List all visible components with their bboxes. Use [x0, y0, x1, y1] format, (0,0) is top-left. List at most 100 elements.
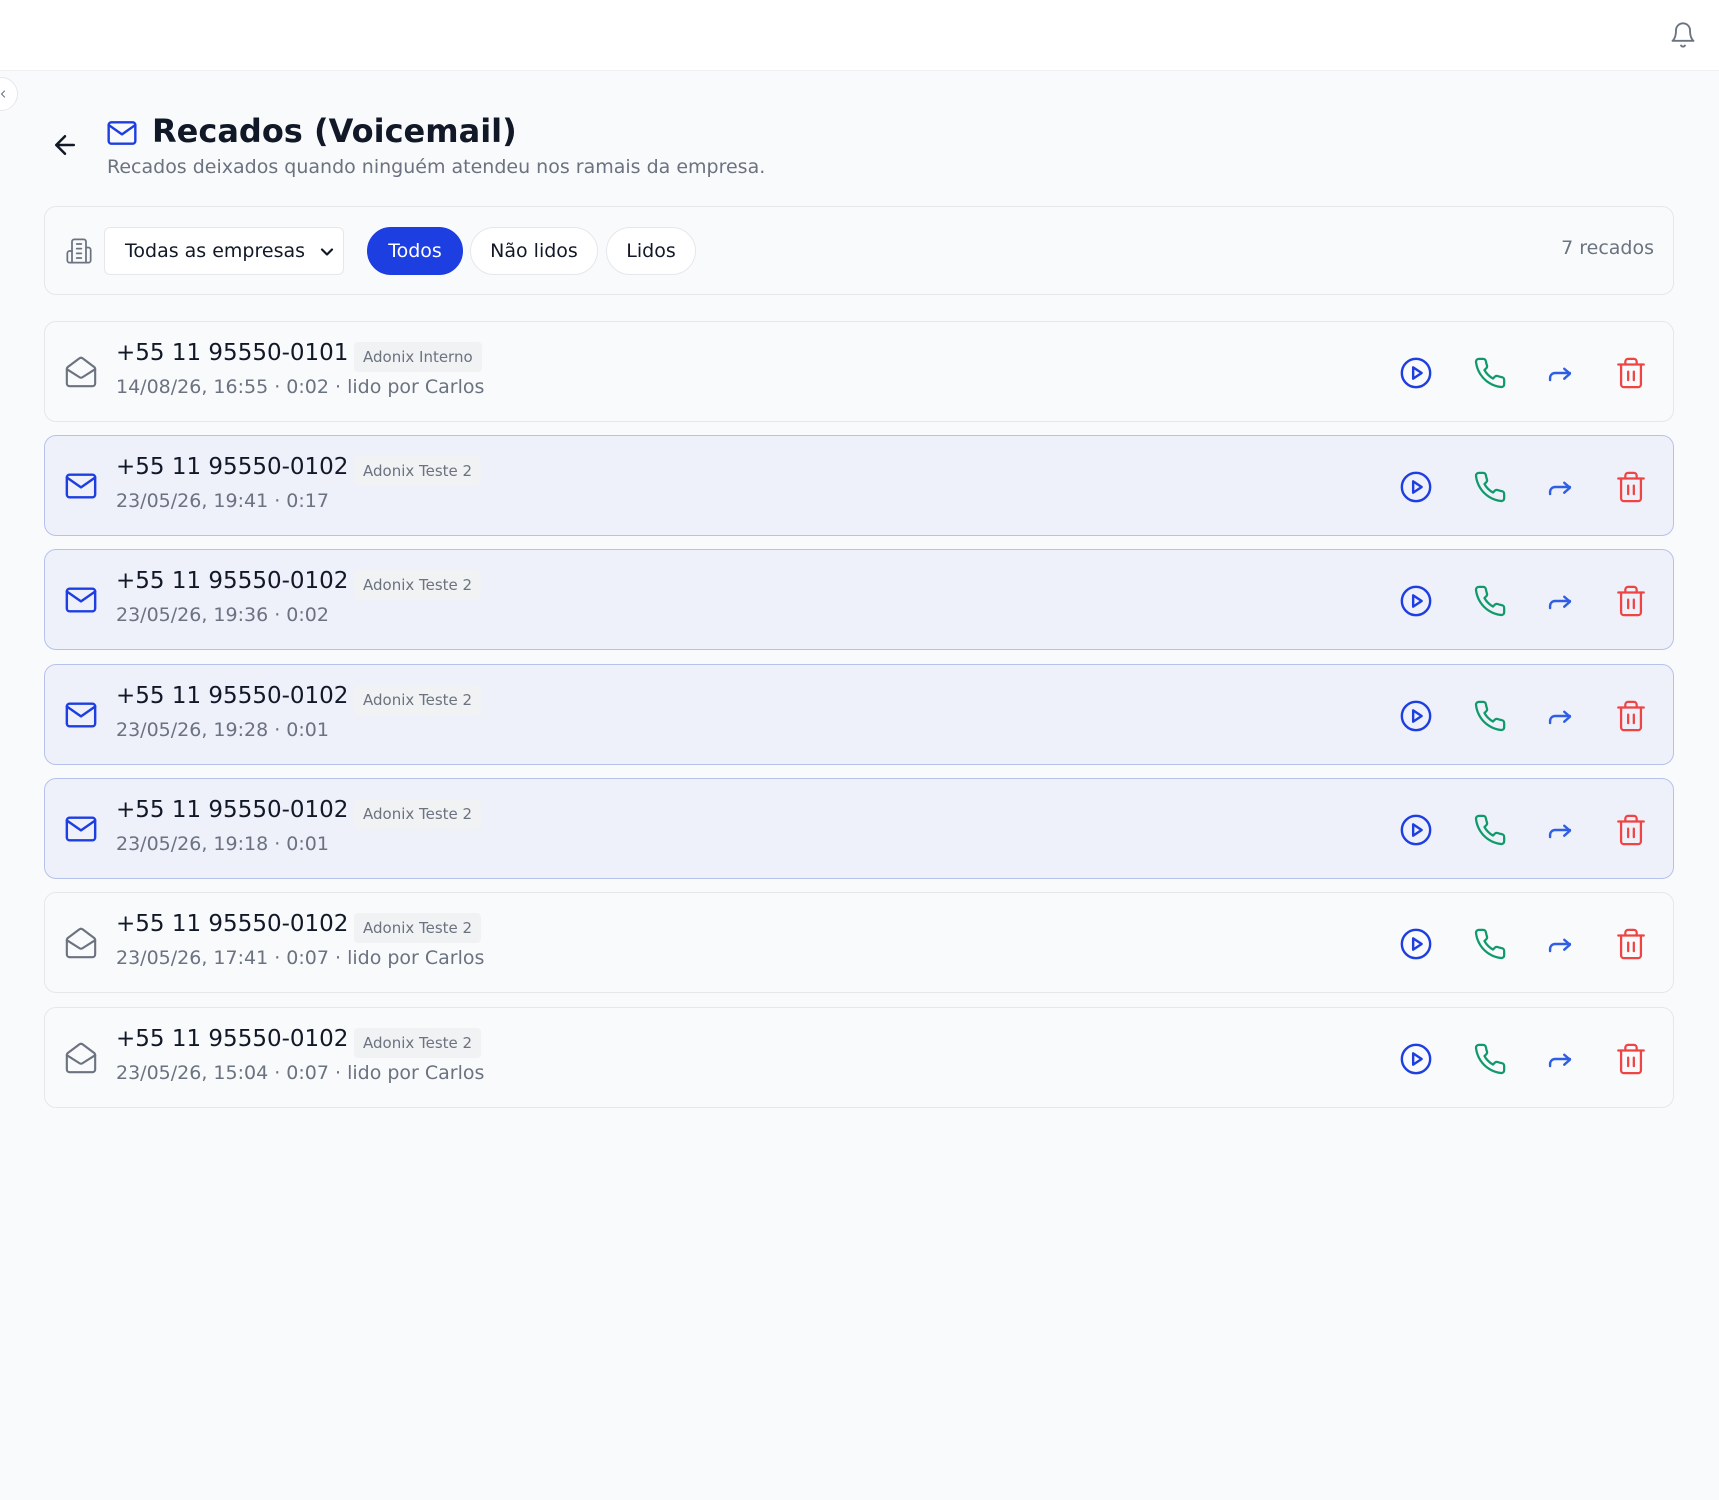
back-button[interactable] — [50, 130, 80, 160]
play-button[interactable] — [1399, 470, 1433, 504]
delete-button[interactable] — [1614, 584, 1648, 618]
voicemail-meta: 23/05/26, 19:28 · 0:01 — [116, 719, 329, 741]
company-badge: Adonix Teste 2 — [354, 570, 482, 600]
forward-icon — [1543, 481, 1577, 508]
voicemail-row[interactable]: +55 11 95550-0102 Adonix Teste 2 23/05/26,… — [44, 549, 1674, 650]
caller-phone: +55 11 95550-0102 — [116, 683, 349, 709]
trash-icon — [1614, 357, 1648, 394]
play-button[interactable] — [1399, 813, 1433, 847]
play-icon — [1399, 1043, 1433, 1080]
voicemail-count: 7 recados — [1561, 237, 1654, 259]
delete-button[interactable] — [1614, 356, 1648, 390]
phone-icon — [1473, 471, 1507, 508]
voicemail-meta: 23/05/26, 17:41 · 0:07 · lido por Carlos — [116, 947, 485, 969]
voicemail-row[interactable]: +55 11 95550-0101 Adonix Interno 14/08/26,… — [44, 321, 1674, 422]
voicemail-row[interactable]: +55 11 95550-0102 Adonix Teste 2 23/05/26,… — [44, 435, 1674, 536]
company-select-value: Todas as empresas — [125, 240, 306, 262]
voicemail-meta: 23/05/26, 19:36 · 0:02 — [116, 604, 329, 626]
caller-phone: +55 11 95550-0101 — [116, 340, 349, 366]
delete-button[interactable] — [1614, 470, 1648, 504]
company-badge: Adonix Teste 2 — [354, 1028, 482, 1058]
trash-icon — [1614, 928, 1648, 965]
play-icon — [1399, 471, 1433, 508]
forward-button[interactable] — [1543, 584, 1577, 618]
tab-nao-lidos[interactable]: Não lidos — [470, 227, 598, 275]
call-back-button[interactable] — [1473, 1042, 1507, 1076]
phone-icon — [1473, 357, 1507, 394]
delete-button[interactable] — [1614, 927, 1648, 961]
bell-icon[interactable] — [1669, 21, 1697, 49]
voicemail-meta: 23/05/26, 15:04 · 0:07 · lido por Carlos — [116, 1062, 485, 1084]
forward-icon — [1543, 824, 1577, 851]
forward-icon — [1543, 367, 1577, 394]
chevron-down-icon — [320, 248, 334, 256]
voicemail-row[interactable]: +55 11 95550-0102 Adonix Teste 2 23/05/26,… — [44, 778, 1674, 879]
play-button[interactable] — [1399, 1042, 1433, 1076]
call-back-button[interactable] — [1473, 699, 1507, 733]
play-icon — [1399, 357, 1433, 394]
play-button[interactable] — [1399, 356, 1433, 390]
top-bar — [0, 0, 1719, 71]
play-button[interactable] — [1399, 699, 1433, 733]
voicemail-meta: 14/08/26, 16:55 · 0:02 · lido por Carlos — [116, 376, 485, 398]
forward-button[interactable] — [1543, 1042, 1577, 1076]
phone-icon — [1473, 928, 1507, 965]
voicemail-row[interactable]: +55 11 95550-0102 Adonix Teste 2 23/05/26,… — [44, 664, 1674, 765]
mail-icon — [64, 698, 98, 732]
call-back-button[interactable] — [1473, 356, 1507, 390]
forward-button[interactable] — [1543, 470, 1577, 504]
forward-button[interactable] — [1543, 927, 1577, 961]
forward-button[interactable] — [1543, 699, 1577, 733]
forward-icon — [1543, 595, 1577, 622]
arrow-left-icon — [55, 135, 75, 155]
filter-bar: Todas as empresas Todos Não lidos Lidos … — [44, 206, 1674, 295]
phone-icon — [1473, 814, 1507, 851]
page-header: Recados (Voicemail) Recados deixados qua… — [44, 110, 1674, 190]
tab-todos[interactable]: Todos — [367, 227, 463, 275]
sidebar-collapse-button[interactable] — [0, 77, 18, 111]
forward-button[interactable] — [1543, 813, 1577, 847]
company-badge: Adonix Teste 2 — [354, 799, 482, 829]
delete-button[interactable] — [1614, 813, 1648, 847]
caller-phone: +55 11 95550-0102 — [116, 911, 349, 937]
call-back-button[interactable] — [1473, 813, 1507, 847]
mail-icon — [64, 469, 98, 503]
mail-icon — [64, 583, 98, 617]
forward-button[interactable] — [1543, 356, 1577, 390]
page-title: Recados (Voicemail) — [152, 112, 517, 150]
play-button[interactable] — [1399, 584, 1433, 618]
company-badge: Adonix Interno — [354, 342, 482, 372]
company-select[interactable]: Todas as empresas — [104, 227, 344, 275]
page-subtitle: Recados deixados quando ninguém atendeu … — [107, 156, 766, 178]
mail-icon — [106, 117, 138, 149]
trash-icon — [1614, 814, 1648, 851]
trash-icon — [1614, 1043, 1648, 1080]
call-back-button[interactable] — [1473, 584, 1507, 618]
caller-phone: +55 11 95550-0102 — [116, 454, 349, 480]
trash-icon — [1614, 700, 1648, 737]
phone-icon — [1473, 700, 1507, 737]
caller-phone: +55 11 95550-0102 — [116, 568, 349, 594]
forward-icon — [1543, 1053, 1577, 1080]
voicemail-row[interactable]: +55 11 95550-0102 Adonix Teste 2 23/05/26,… — [44, 1007, 1674, 1108]
call-back-button[interactable] — [1473, 470, 1507, 504]
company-badge: Adonix Teste 2 — [354, 913, 482, 943]
voicemail-row[interactable]: +55 11 95550-0102 Adonix Teste 2 23/05/26,… — [44, 892, 1674, 993]
trash-icon — [1614, 471, 1648, 508]
chevron-left-icon — [0, 90, 6, 98]
envelope-open-icon — [64, 926, 98, 960]
mail-icon — [64, 812, 98, 846]
play-icon — [1399, 700, 1433, 737]
delete-button[interactable] — [1614, 1042, 1648, 1076]
delete-button[interactable] — [1614, 699, 1648, 733]
building-icon — [65, 237, 93, 265]
forward-icon — [1543, 710, 1577, 737]
call-back-button[interactable] — [1473, 927, 1507, 961]
play-button[interactable] — [1399, 927, 1433, 961]
voicemail-meta: 23/05/26, 19:41 · 0:17 — [116, 490, 329, 512]
tab-lidos[interactable]: Lidos — [606, 227, 696, 275]
play-icon — [1399, 814, 1433, 851]
envelope-open-icon — [64, 355, 98, 389]
trash-icon — [1614, 585, 1648, 622]
forward-icon — [1543, 938, 1577, 965]
